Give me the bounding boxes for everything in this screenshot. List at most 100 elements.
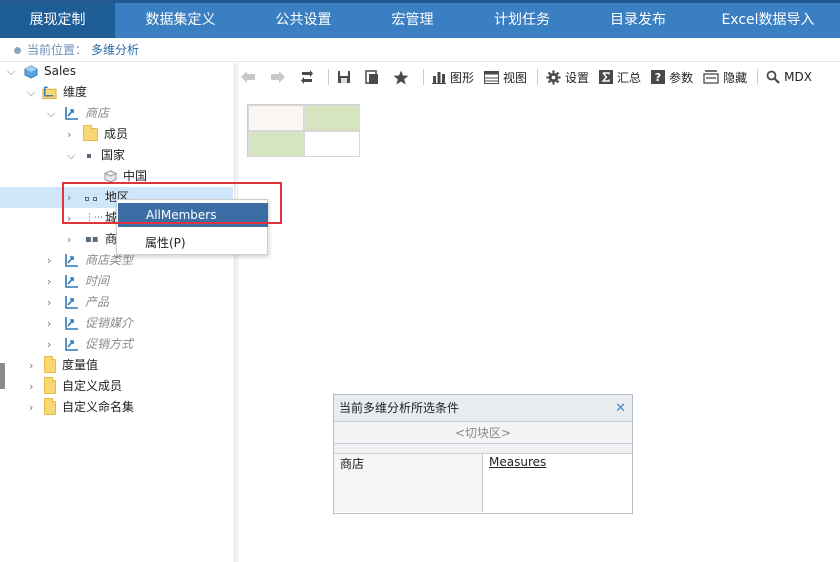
save-as-icon — [365, 69, 378, 84]
mdx-button[interactable]: MDX — [766, 70, 812, 84]
tree-node-country[interactable]: 国家 — [87, 145, 125, 166]
breadcrumb-current[interactable]: 多维分析 — [91, 43, 139, 57]
menu-item-properties[interactable]: 属性(P) — [117, 231, 267, 255]
hierarchy-icon — [65, 107, 78, 120]
settings-button[interactable]: 设置 — [546, 69, 589, 86]
axis-area: 商店 Measures — [334, 453, 632, 513]
tree-label: 维度 — [63, 85, 88, 99]
settings-label: 设置 — [565, 70, 590, 85]
swap-button[interactable] — [300, 69, 318, 85]
breadcrumb-prefix: 当前位置： — [27, 43, 88, 57]
tree-node-dimensions[interactable]: 维度 — [42, 82, 87, 103]
chevron-right-icon[interactable]: › — [29, 376, 37, 393]
tree-node-members[interactable]: 成员 — [83, 124, 128, 145]
panel-header: 当前多维分析所选条件 ✕ — [334, 395, 632, 422]
tab-macro[interactable]: 宏管理 — [361, 3, 464, 38]
tree-node-shop[interactable]: ▪▪ 商 — [85, 229, 117, 250]
columns-cell[interactable]: Measures — [483, 454, 632, 512]
tree-node-time[interactable]: 时间 — [64, 271, 109, 292]
forward-button[interactable] — [270, 70, 290, 84]
folder-icon — [44, 376, 56, 394]
tree-node-custom-members[interactable]: 自定义成员 — [44, 376, 122, 397]
toolbar-divider — [423, 69, 424, 85]
collapse-handle[interactable] — [0, 363, 5, 389]
tree-label: 促销媒介 — [85, 316, 134, 330]
toolbar-divider — [328, 69, 329, 85]
chevron-right-icon[interactable]: › — [47, 292, 55, 309]
tree-node-sales[interactable]: Sales — [24, 61, 76, 82]
save-as-button[interactable] — [365, 69, 383, 85]
slice-area[interactable]: <切块区> — [334, 422, 632, 444]
tab-public-settings[interactable]: 公共设置 — [246, 3, 361, 38]
tab-catalog-publish[interactable]: 目录发布 — [580, 3, 696, 38]
tree-node-product[interactable]: 产品 — [64, 292, 109, 313]
sigma-icon — [599, 70, 614, 84]
panel-title: 当前多维分析所选条件 — [339, 401, 460, 415]
hide-button[interactable]: 隐藏 — [703, 69, 747, 86]
hierarchy-icon — [65, 254, 78, 267]
tab-presentation[interactable]: 展现定制 — [0, 3, 115, 38]
save-button[interactable] — [337, 70, 355, 84]
hierarchy-icon — [65, 275, 78, 288]
tree-node-measures[interactable]: 度量值 — [44, 355, 98, 376]
back-button[interactable] — [240, 70, 260, 84]
folder-icon — [44, 397, 56, 415]
hide-icon — [703, 70, 719, 84]
tree-label: 时间 — [85, 274, 110, 288]
selection-conditions-panel: 当前多维分析所选条件 ✕ <切块区> 商店 Measures — [333, 394, 633, 514]
chevron-down-icon[interactable]: ⌵ — [67, 145, 75, 162]
view-button[interactable]: 视图 — [484, 69, 527, 86]
summary-label: 汇总 — [617, 70, 642, 85]
grid-cell[interactable] — [304, 105, 360, 131]
grid-cell[interactable] — [304, 131, 360, 157]
highlight-box — [62, 182, 282, 224]
chevron-right-icon[interactable]: › — [47, 313, 55, 330]
hierarchy-icon — [65, 338, 78, 351]
folder-icon — [83, 125, 98, 141]
chevron-right-icon[interactable]: › — [67, 124, 75, 141]
grid-cell[interactable] — [248, 105, 304, 131]
bar-chart-icon — [432, 72, 446, 84]
rows-cell[interactable]: 商店 — [334, 454, 483, 512]
tree-label: 自定义命名集 — [62, 400, 135, 414]
chart-button[interactable]: 图形 — [432, 69, 474, 86]
summary-button[interactable]: 汇总 — [599, 69, 641, 86]
mdx-label: MDX — [784, 70, 812, 84]
tab-dataset[interactable]: 数据集定义 — [115, 3, 246, 38]
chart-label: 图形 — [450, 70, 475, 85]
tree-label: 度量值 — [62, 358, 99, 372]
close-icon[interactable]: ✕ — [615, 395, 626, 422]
favorite-button[interactable] — [393, 70, 413, 85]
chevron-right-icon[interactable]: › — [29, 355, 37, 372]
tree-node-promo-media[interactable]: 促销媒介 — [64, 313, 133, 334]
chevron-down-icon[interactable]: ⌵ — [7, 61, 15, 78]
params-button[interactable]: ? 参数 — [651, 69, 693, 86]
tree-node-custom-named-sets[interactable]: 自定义命名集 — [44, 397, 134, 418]
chevron-right-icon[interactable]: › — [47, 334, 55, 351]
grid-cell[interactable] — [248, 131, 304, 157]
hide-label: 隐藏 — [723, 70, 748, 85]
chevron-right-icon[interactable]: › — [47, 250, 55, 267]
tree-node-store[interactable]: 商店 — [64, 103, 109, 124]
columns-item[interactable]: Measures — [489, 455, 546, 469]
tab-excel-import[interactable]: Excel数据导入 — [696, 3, 840, 38]
tree-node-promo-method[interactable]: 促销方式 — [64, 334, 133, 355]
tree-label: 中国 — [123, 169, 148, 183]
chevron-down-icon[interactable]: ⌵ — [27, 82, 35, 99]
panel-splitter[interactable] — [235, 63, 239, 562]
location-dot-icon — [14, 47, 21, 54]
chevron-right-icon[interactable]: › — [47, 271, 55, 288]
rows-item[interactable]: 商店 — [340, 457, 364, 471]
toolbar-divider — [757, 69, 759, 85]
tree-label: 产品 — [85, 295, 110, 309]
level-icon — [87, 153, 91, 158]
breadcrumb: 当前位置： 多维分析 — [0, 38, 840, 62]
tab-scheduled-task[interactable]: 计划任务 — [464, 3, 580, 38]
arrow-left-icon — [241, 71, 255, 83]
chevron-right-icon[interactable]: › — [67, 229, 75, 246]
chevron-right-icon[interactable]: › — [29, 397, 37, 414]
chevron-down-icon[interactable]: ⌵ — [47, 103, 55, 120]
hierarchy-icon — [65, 296, 78, 309]
tree-label: 促销方式 — [85, 337, 134, 351]
params-label: 参数 — [669, 70, 694, 85]
